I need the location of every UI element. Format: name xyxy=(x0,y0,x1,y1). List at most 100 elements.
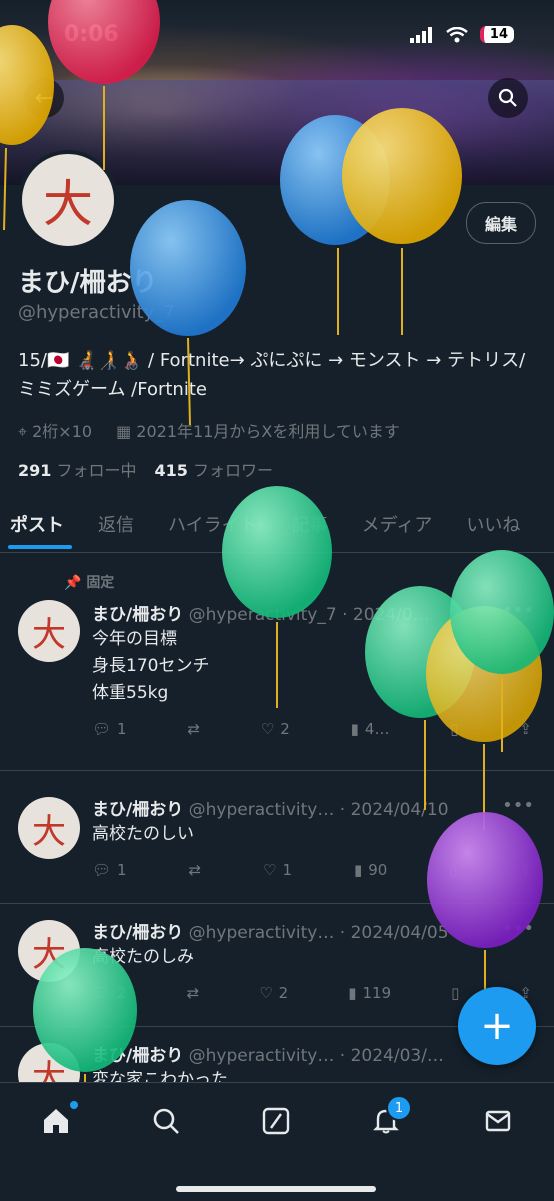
retweet-icon: ⇄ xyxy=(188,861,202,879)
reply-button[interactable]: 💬︎ 1 xyxy=(92,861,127,879)
views-button[interactable]: ▮ 4… xyxy=(351,720,390,738)
edit-profile-button[interactable]: 編集 xyxy=(465,202,536,244)
reply-count: 1 xyxy=(117,861,127,879)
battery-indicator: 14 xyxy=(479,26,514,43)
tweet-avatar[interactable]: 大 xyxy=(18,797,80,859)
more-icon[interactable]: ••• xyxy=(502,600,534,621)
profile-avatar[interactable]: 大 xyxy=(18,150,118,250)
like-count: 2 xyxy=(278,984,289,1002)
like-button[interactable]: ♡ 1 xyxy=(263,861,292,879)
retweet-button[interactable]: ⇄ xyxy=(187,720,200,738)
compose-button[interactable]: + xyxy=(458,987,536,1065)
bookmark-icon: ▯ xyxy=(450,720,459,738)
followers-link[interactable]: 415 フォロワー xyxy=(155,457,274,481)
share-icon: ⇪ xyxy=(519,720,532,738)
profile-meta: ⌖ 2桁×10 ▦ 2021年11月からXを利用しています xyxy=(18,418,400,442)
arrow-left-icon: ← xyxy=(34,85,54,111)
like-count: 1 xyxy=(282,861,293,879)
tweet-actions: 💬︎ 1 ⇄ ♡ 2 ▮ 4… ▯ ⇪ xyxy=(92,720,532,738)
profile-handle: @hyperactivity_7 xyxy=(18,302,175,323)
reply-icon: 💬︎ xyxy=(92,861,112,879)
nav-grok[interactable] xyxy=(256,1101,296,1141)
location-item: ⌖ 2桁×10 xyxy=(18,418,92,442)
tweet-line: 高校たのしい xyxy=(92,824,194,844)
tab-replies[interactable]: 返信 xyxy=(98,505,134,552)
tweet-header: まひ/柵おり @hyperactivity_7 · 2024/0… xyxy=(92,600,532,625)
tweet-meta: @hyperactivity… · 2024/03/… xyxy=(188,1046,444,1066)
share-button[interactable]: ⇪ xyxy=(519,861,532,879)
location-text: 2桁×10 xyxy=(32,422,93,441)
follow-stats: 291 フォロー中 415 フォロワー xyxy=(18,457,273,481)
views-button[interactable]: ▮ 90 xyxy=(354,861,387,879)
tab-articles[interactable]: 記事 xyxy=(292,505,328,552)
avatar-character: 大 xyxy=(32,811,66,852)
followers-count: 415 xyxy=(154,461,188,480)
tweet-author: まひ/柵おり xyxy=(92,1046,184,1066)
share-button[interactable]: ⇪ xyxy=(519,720,532,738)
reply-button[interactable]: 💬︎ 2 xyxy=(92,984,127,1002)
tweet-row[interactable]: 大 まひ/柵おり @hyperactivity… · 2024/04/10 ••… xyxy=(0,771,554,904)
tweet-line: 今年の目標 xyxy=(92,629,177,649)
home-dot xyxy=(70,1101,78,1109)
reply-icon: 💬︎ xyxy=(92,984,112,1002)
tweet-meta: @hyperactivity_7 · 2024/0… xyxy=(188,605,430,625)
tweet-body: 今年の目標 身長170センチ 体重55kg xyxy=(92,626,209,707)
bookmark-icon: ▯ xyxy=(449,861,458,879)
signal-icon xyxy=(409,26,432,43)
tweet-avatar[interactable]: 大 xyxy=(18,920,80,982)
nav-notifications[interactable]: 1 xyxy=(366,1095,412,1141)
tab-posts[interactable]: ポスト xyxy=(8,505,72,552)
heart-icon: ♡ xyxy=(263,861,277,879)
search-icon xyxy=(153,1108,179,1134)
tab-highlights[interactable]: ハイライト xyxy=(168,505,258,552)
status-time: 0:06 xyxy=(64,22,119,47)
following-link[interactable]: 291 フォロー中 xyxy=(18,457,137,481)
nav-messages[interactable] xyxy=(478,1101,518,1141)
like-count: 2 xyxy=(280,720,290,738)
tweet-body: 高校たのしい xyxy=(92,821,194,848)
wifi-icon xyxy=(446,26,468,42)
like-button[interactable]: ♡ 2 xyxy=(259,984,288,1002)
retweet-icon: ⇄ xyxy=(186,984,200,1002)
tweet-line: 体重55kg xyxy=(92,683,169,703)
nav-search[interactable] xyxy=(146,1101,186,1141)
joined-text: 2021年11月からXを利用しています xyxy=(136,422,400,441)
followers-label: フォロワー xyxy=(193,461,274,480)
reply-count: 1 xyxy=(117,720,127,738)
retweet-button[interactable]: ⇄ xyxy=(189,861,202,879)
plus-icon: + xyxy=(480,1003,514,1049)
bottom-nav: 1 xyxy=(0,1082,554,1201)
tweet-meta: @hyperactivity… · 2024/04/10 xyxy=(188,800,449,820)
more-icon[interactable]: ••• xyxy=(502,918,534,939)
tweet-author: まひ/柵おり xyxy=(92,605,184,625)
like-button[interactable]: ♡ 2 xyxy=(261,720,290,738)
more-icon[interactable]: ••• xyxy=(502,795,534,816)
tweet-row[interactable]: 大 まひ/柵おり @hyperactivity_7 · 2024/0… ••• … xyxy=(0,554,554,771)
search-icon xyxy=(498,88,517,107)
mail-icon xyxy=(485,1110,511,1132)
search-button[interactable] xyxy=(488,78,528,118)
bookmark-icon: ▯ xyxy=(451,984,460,1002)
view-count: 4… xyxy=(364,720,390,738)
notification-badge: 1 xyxy=(386,1095,412,1121)
bookmark-button[interactable]: ▯ xyxy=(450,720,458,738)
tab-media[interactable]: メディア xyxy=(362,505,433,552)
avatar-character: 大 xyxy=(43,175,93,233)
profile-name: まひ/柵おり xyxy=(18,268,158,298)
view-count: 90 xyxy=(368,861,388,879)
tweet-header: まひ/柵おり @hyperactivity… · 2024/04/05 xyxy=(92,918,532,943)
nav-home[interactable] xyxy=(36,1101,78,1141)
back-button[interactable]: ← xyxy=(24,78,64,118)
profile-tabs: ポスト 返信 ハイライト 記事 メディア いいね xyxy=(0,505,554,553)
bookmark-button[interactable]: ▯ xyxy=(449,861,457,879)
tab-likes[interactable]: いいね xyxy=(466,505,520,552)
reply-count: 2 xyxy=(117,984,127,1002)
reply-button[interactable]: 💬︎ 1 xyxy=(92,720,127,738)
avatar-character: 大 xyxy=(32,614,66,655)
views-button[interactable]: ▮ 119 xyxy=(348,984,391,1002)
heart-icon: ♡ xyxy=(260,720,275,738)
bookmark-button[interactable]: ▯ xyxy=(451,984,459,1002)
tweet-avatar[interactable]: 大 xyxy=(18,600,80,662)
status-icons: 14 xyxy=(409,26,514,43)
retweet-button[interactable]: ⇄ xyxy=(187,984,200,1002)
